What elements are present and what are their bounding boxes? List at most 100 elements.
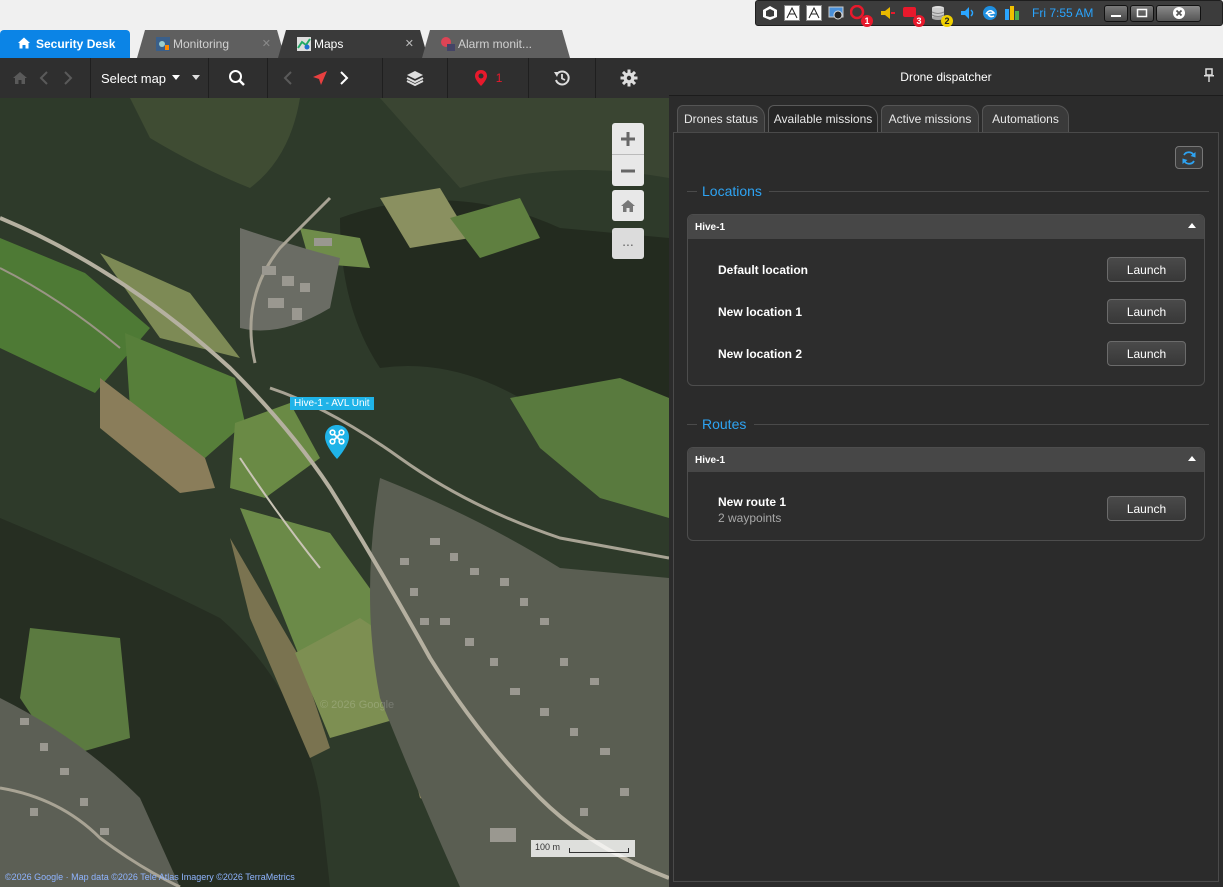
locations-group: Hive-1 Default location Launch New locat… [687,214,1205,386]
group-header[interactable]: Hive-1 [688,448,1204,472]
clock[interactable]: Fri 7:55 AM [1032,6,1098,20]
refresh-button[interactable] [1175,146,1203,169]
locations-title: Locations [702,183,762,199]
tab-monitoring[interactable]: Monitoring ✕ [137,30,285,58]
map-home-button[interactable] [612,190,644,221]
home-icon [17,36,33,52]
collapse-icon[interactable] [1188,223,1196,228]
tab-label: Drones status [683,112,759,126]
monitoring-icon [155,36,171,52]
tab-drones-status[interactable]: Drones status [677,105,765,132]
pin-icon[interactable] [1204,68,1214,85]
dropdown-arrow-icon [172,75,181,80]
notification-icon[interactable]: 3 [902,5,925,27]
location-new-2: New location 2 [718,347,803,361]
next-icon[interactable] [332,58,356,98]
select-map-label: Select map [101,70,167,86]
launch-button[interactable]: Launch [1107,496,1186,521]
trace-icon[interactable] [784,5,800,21]
close-tab-icon[interactable]: ✕ [405,37,414,50]
alarm-pin-icon[interactable]: 1 [448,58,528,98]
section-divider [769,191,1209,192]
route-new-1: New route 1 [718,495,787,509]
drone-marker-icon[interactable] [324,424,350,463]
scale-label: 100 m [535,842,561,852]
system-tray: 1 3 2 Fri 7:55 AM [755,0,1223,27]
location-default: Default location [718,263,809,277]
map-attribution: ©2026 Google · Map data ©2026 Tele Atlas… [5,872,295,882]
volume-icon[interactable] [960,5,976,21]
collapse-icon[interactable] [1188,456,1196,461]
notification-count-badge: 3 [913,15,925,27]
group-title: Hive-1 [695,221,726,233]
home-icon [621,199,635,212]
forward-icon[interactable] [56,58,80,98]
navigate-icon[interactable] [308,58,332,98]
section-divider [754,424,1209,425]
section-divider [687,191,697,192]
alarm-badge-icon[interactable]: 1 [849,4,873,27]
group-header[interactable]: Hive-1 [688,215,1204,239]
section-divider [687,424,697,425]
monitor-icon[interactable] [828,5,844,21]
map-view[interactable]: Select map 1 © 2026 Google ... Hive-1 - … [0,58,669,887]
panel-header: Drone dispatcher [669,58,1223,96]
unit-label[interactable]: Hive-1 - AVL Unit [290,397,374,410]
panel-title: Drone dispatcher [900,69,992,84]
routes-title: Routes [702,416,747,432]
database-count-badge: 2 [941,15,953,27]
tab-alarm-monitoring[interactable]: Alarm monit... [422,30,570,58]
satellite-map[interactable]: © 2026 Google [0,98,669,887]
tab-label: Available missions [773,112,873,126]
tab-active-missions[interactable]: Active missions [881,105,979,132]
alarm-count: 1 [495,71,503,85]
zoom-in-button[interactable] [612,123,644,154]
drone-dispatcher-panel: Drone dispatcher Drones status Available… [669,58,1223,887]
tab-label: Monitoring [173,37,230,51]
close-tab-icon[interactable]: ✕ [262,37,271,50]
group-title: Hive-1 [695,454,726,466]
database-icon[interactable]: 2 [930,5,953,27]
dropdown-arrow-icon[interactable] [190,58,202,98]
map-watermark: © 2026 Google [320,699,394,711]
zoom-control [612,123,644,186]
refresh-icon [1182,150,1196,165]
tab-maps[interactable]: Maps ✕ [278,30,428,58]
select-map-dropdown[interactable]: Select map [91,71,190,86]
routes-group: Hive-1 New route 1 2 waypoints Launch [687,447,1205,541]
task-tabs: Security Desk Monitoring ✕ Maps ✕ Alarm … [0,30,1223,58]
launch-button[interactable]: Launch [1107,341,1186,366]
available-missions-content: Locations Hive-1 Default location Launch… [673,132,1219,882]
gear-icon[interactable] [596,58,662,98]
tab-security-desk[interactable]: Security Desk [0,30,130,58]
task-manager-icon[interactable] [1004,5,1020,21]
search-icon[interactable] [209,58,265,98]
previous-icon[interactable] [268,58,308,98]
launch-button[interactable]: Launch [1107,299,1186,324]
layers-icon[interactable] [383,58,447,98]
scale-bar: 100 m [531,840,635,857]
home-icon[interactable] [8,58,32,98]
genetec-icon[interactable] [762,5,778,21]
alarm-count-badge: 1 [861,15,873,27]
speaker-alert-icon[interactable] [880,5,896,21]
more-options-button[interactable]: ... [612,228,644,259]
tab-available-missions[interactable]: Available missions [768,105,878,132]
maximize-button[interactable] [1130,4,1154,22]
minimize-button[interactable] [1104,4,1128,22]
map-toolbar: Select map 1 [0,58,669,98]
tab-label: Maps [314,37,344,51]
tab-label: Alarm monit... [458,37,533,51]
trace-icon-2[interactable] [806,5,822,21]
alarm-icon [440,36,456,52]
browser-icon[interactable] [982,5,998,21]
close-button[interactable] [1156,4,1201,22]
route-waypoints: 2 waypoints [718,511,782,525]
zoom-out-button[interactable] [612,155,644,186]
location-new-1: New location 1 [718,305,803,319]
launch-button[interactable]: Launch [1107,257,1186,282]
maps-icon [296,36,312,52]
back-icon[interactable] [32,58,56,98]
history-icon[interactable] [529,58,595,98]
tab-automations[interactable]: Automations [982,105,1069,132]
